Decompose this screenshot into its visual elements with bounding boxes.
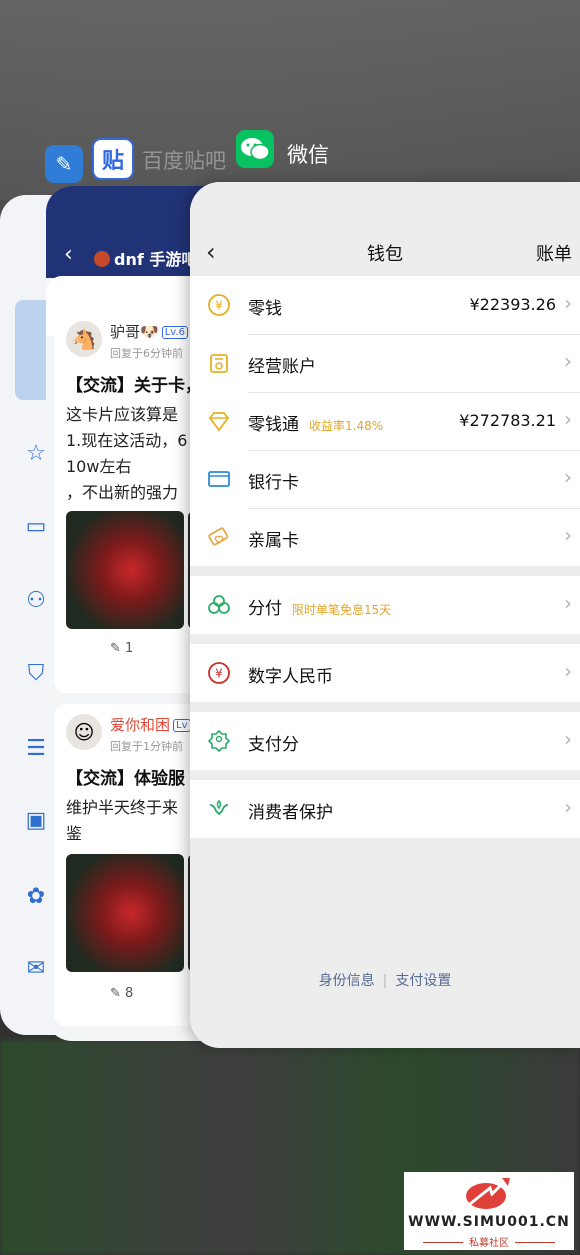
row-value: ¥272783.21 <box>459 411 556 430</box>
wallet-row-fenfu[interactable]: 分付 限时单笔免息15天 › <box>190 576 580 634</box>
avatar[interactable]: 🐴 <box>66 321 102 357</box>
yield-rate-tag: 收益率1.48% <box>309 419 384 433</box>
feather-app-icon[interactable]: ✎ <box>45 145 83 183</box>
comment-count[interactable]: ✎ 8 <box>110 986 133 1001</box>
row-label: 数字人民币 <box>248 667 333 687</box>
row-value: ¥22393.26 <box>469 295 556 314</box>
watermark-site: WWW.SIMU001.CN <box>408 1214 570 1230</box>
wallet-row-business-account[interactable]: 经营账户 › <box>190 334 580 392</box>
business-account-icon <box>210 354 228 373</box>
wallet-row-change[interactable]: ¥ 零钱 ¥22393.26 › <box>190 276 580 334</box>
bill-button[interactable]: 账单 <box>536 240 572 266</box>
wallet-row-bank-card[interactable]: 银行卡 › <box>190 450 580 508</box>
bank-card-icon <box>208 471 230 487</box>
row-label: 亲属卡 <box>248 531 299 551</box>
post-text-line: ，不出新的强力 <box>66 483 179 502</box>
wallet-group-credit-score: 支付分 › <box>190 712 580 770</box>
wallet-group-fenfu: 分付 限时单笔免息15天 › <box>190 576 580 634</box>
diamond-icon <box>208 412 230 432</box>
post-text-line: 1.现在这活动，6 <box>66 431 188 450</box>
wallet-row-consumer-protection[interactable]: 消费者保护 › <box>190 780 580 838</box>
pay-settings-link[interactable]: 支付设置 <box>395 973 451 989</box>
coin-icon: ¥ <box>208 294 230 316</box>
post-text-line: 10w左右 <box>66 457 132 476</box>
wechat-bubbles-icon <box>241 138 270 161</box>
watermark: WWW.SIMU001.CN 私募社区 <box>404 1172 574 1250</box>
svg-text:¥: ¥ <box>215 299 223 313</box>
forum-title: dnf 手游吧 <box>94 246 197 270</box>
chevron-right-icon: › <box>564 407 572 431</box>
avatar[interactable]: ☺ <box>66 714 102 750</box>
chevron-right-icon: › <box>564 727 572 751</box>
svg-text:¥: ¥ <box>215 667 223 681</box>
wallet-row-lingqiantong[interactable]: 零钱通 收益率1.48% ¥272783.21 › <box>190 392 580 450</box>
chevron-right-icon: › <box>564 795 572 819</box>
reply-time: 回复于6分钟前 <box>110 347 183 360</box>
credit-score-icon <box>207 729 231 753</box>
tieba-app-name: 百度贴吧 <box>142 149 226 173</box>
post-image[interactable] <box>66 511 184 629</box>
row-label: 银行卡 <box>248 473 299 493</box>
wallet-row-credit-score[interactable]: 支付分 › <box>190 712 580 770</box>
row-label: 零钱 <box>248 299 282 319</box>
row-label: 分付 限时单笔免息15天 <box>248 599 392 619</box>
row-label: 零钱通 收益率1.48% <box>248 415 384 435</box>
reply-time: 回复于1分钟前 <box>110 740 183 753</box>
post-title: 【交流】关于卡， <box>66 376 202 396</box>
app-switcher-labels: ✎ 贴 百度贴吧 微信 <box>0 130 580 185</box>
chevron-right-icon: › <box>564 349 572 373</box>
wallet-group-digital-rmb: ¥ 数字人民币 › <box>190 644 580 702</box>
post-text-line: 维护半天终于来 <box>66 798 179 817</box>
watermark-subtitle: 私募社区 <box>404 1234 574 1249</box>
post-author[interactable]: 驴哥🐶 Lv.6 <box>110 321 188 342</box>
chevron-right-icon: › <box>564 465 572 489</box>
row-label: 经营账户 <box>248 357 316 377</box>
tieba-app-icon[interactable]: 贴 <box>92 138 134 180</box>
post-text-line: 这卡片应该算是 <box>66 405 179 424</box>
row-label: 支付分 <box>248 735 299 755</box>
family-card-icon <box>208 527 229 546</box>
post-image[interactable] <box>66 854 184 972</box>
footer-divider: | <box>382 973 388 989</box>
wallet-header: ‹ 钱包 账单 <box>190 182 580 274</box>
forum-avatar-icon <box>94 251 110 267</box>
post-text-line: 鉴 <box>66 824 83 843</box>
back-icon[interactable]: ‹ <box>64 242 73 267</box>
wallet-footer-links: 身份信息 | 支付设置 <box>190 970 580 990</box>
pay-later-icon <box>208 595 230 614</box>
wechat-app-icon[interactable] <box>236 130 274 168</box>
identity-info-link[interactable]: 身份信息 <box>319 973 375 989</box>
digital-rmb-icon: ¥ <box>208 662 230 684</box>
wallet-group-consumer-protection: 消费者保护 › <box>190 780 580 838</box>
consumer-protection-icon <box>209 799 229 816</box>
chevron-right-icon: › <box>564 659 572 683</box>
chevron-right-icon: › <box>564 291 572 315</box>
page-title: 钱包 <box>367 244 403 265</box>
comment-count[interactable]: ✎ 1 <box>110 641 133 656</box>
wallet-group-main: ¥ 零钱 ¥22393.26 › 经营账户 › 零钱通 收益率1.48% ¥272… <box>190 276 580 566</box>
chevron-right-icon: › <box>564 591 572 615</box>
wallet-row-digital-rmb[interactable]: ¥ 数字人民币 › <box>190 644 580 702</box>
wechat-app-name: 微信 <box>287 143 329 167</box>
post-author[interactable]: 爱你和困 Lv <box>110 714 191 735</box>
chevron-right-icon: › <box>564 523 572 547</box>
watermark-logo-icon <box>466 1178 510 1209</box>
promo-tag: 限时单笔免息15天 <box>292 603 392 617</box>
post-title: 【交流】体验服 <box>66 769 185 789</box>
row-label: 消费者保护 <box>248 803 333 823</box>
wechat-wallet-card[interactable]: ‹ 钱包 账单 ¥ 零钱 ¥22393.26 › 经营账户 › 零钱通 收益率1.… <box>190 182 580 1048</box>
wallet-row-family-card[interactable]: 亲属卡 › <box>190 508 580 566</box>
